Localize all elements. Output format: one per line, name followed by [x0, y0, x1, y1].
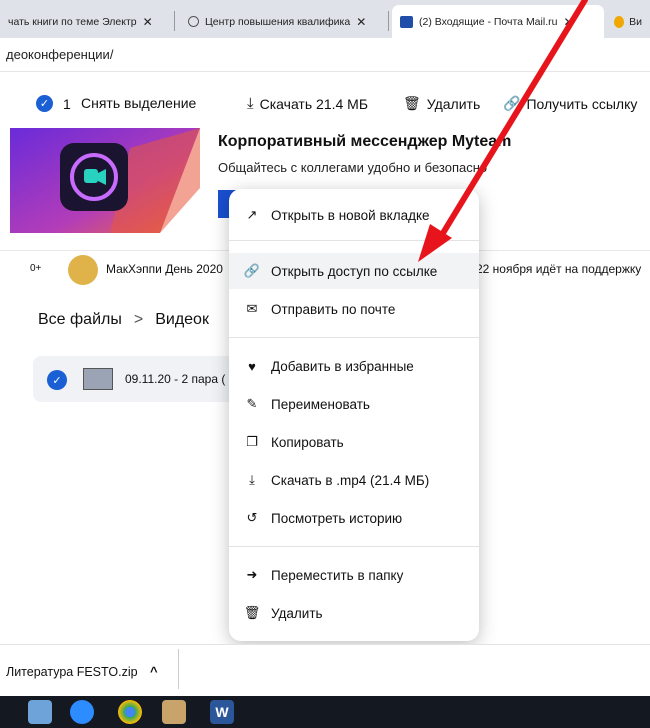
- download-filename[interactable]: Литература FESTO.zip: [6, 665, 138, 679]
- app-icon[interactable]: [28, 700, 52, 724]
- paint-icon[interactable]: [162, 700, 186, 724]
- zoom-icon[interactable]: [70, 700, 94, 724]
- taskbar: W: [0, 696, 650, 728]
- chevron-up-icon[interactable]: ^: [150, 664, 158, 679]
- chrome-icon[interactable]: [118, 700, 142, 724]
- annotation-arrow: [418, 0, 588, 262]
- divider: [178, 649, 179, 689]
- word-icon[interactable]: W: [210, 700, 234, 724]
- download-bar: Литература FESTO.zip ^: [0, 644, 650, 696]
